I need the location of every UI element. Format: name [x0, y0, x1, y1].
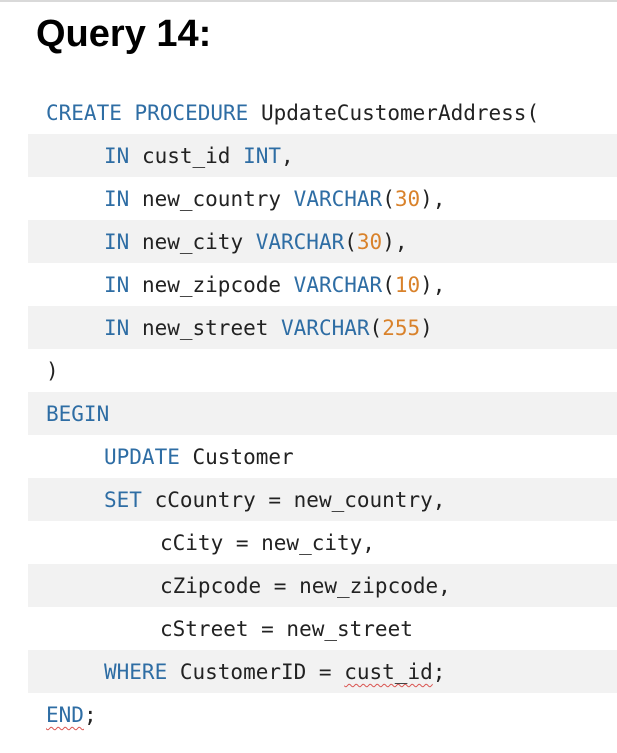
code-line-4: IN new_city VARCHAR(30),: [104, 221, 408, 264]
procedure-signature: UpdateCustomerAddress(: [248, 101, 540, 125]
type-length: 30: [394, 187, 421, 211]
code-line-2: IN cust_id INT,: [104, 135, 294, 178]
code-line-3: IN new_country VARCHAR(30),: [104, 178, 445, 221]
top-divider: [0, 0, 617, 2]
type-keyword: VARCHAR: [293, 187, 383, 211]
code-line-14: WHERE CustomerID = cust_id;: [104, 651, 445, 694]
code-line-9: UPDATE Customer: [104, 436, 294, 479]
type-keyword: VARCHAR: [293, 273, 383, 297]
punctuation: (: [369, 316, 383, 340]
punctuation: ): [420, 316, 433, 340]
keyword-update: UPDATE: [104, 445, 180, 469]
type-length: 10: [394, 273, 421, 297]
param-name: cust_id: [129, 144, 244, 168]
table-name: Customer: [179, 445, 294, 469]
keyword-create-procedure: CREATE PROCEDURE: [46, 101, 249, 125]
keyword-in: IN: [104, 273, 130, 297]
param-name: new_country: [129, 187, 294, 211]
keyword-where: WHERE: [104, 660, 168, 684]
code-line-10: SET cCountry = new_country,: [104, 479, 445, 522]
code-line-7: ): [46, 350, 59, 393]
param-name: new_street: [129, 316, 282, 340]
code-line-11: cCity = new_city,: [160, 522, 375, 565]
param-name: new_zipcode: [129, 273, 294, 297]
param-name: new_city: [129, 230, 256, 254]
assignment: cCity = new_city,: [160, 531, 375, 555]
code-line-6: IN new_street VARCHAR(255): [104, 307, 433, 350]
code-line-15: END;: [46, 694, 97, 737]
punctuation: (: [382, 187, 395, 211]
punctuation: ,: [281, 144, 294, 168]
punctuation: ),: [420, 273, 446, 297]
type-keyword: INT: [243, 144, 282, 168]
keyword-in: IN: [104, 230, 130, 254]
punctuation: ),: [420, 187, 446, 211]
closing-paren: ): [46, 359, 59, 383]
semicolon: ;: [432, 660, 446, 684]
code-line-13: cStreet = new_street: [160, 608, 413, 651]
keyword-in: IN: [104, 144, 130, 168]
condition: CustomerID =: [167, 660, 345, 684]
punctuation: (: [344, 230, 357, 254]
keyword-in: IN: [104, 316, 130, 340]
type-length: 30: [356, 230, 383, 254]
keyword-begin: BEGIN: [46, 402, 110, 426]
code-line-8: BEGIN: [46, 393, 109, 436]
query-heading: Query 14:: [36, 13, 212, 55]
punctuation: ),: [382, 230, 408, 254]
keyword-in: IN: [104, 187, 130, 211]
punctuation: (: [382, 273, 395, 297]
type-keyword: VARCHAR: [255, 230, 345, 254]
code-line-12: cZipcode = new_zipcode,: [160, 565, 451, 608]
semicolon: ;: [83, 703, 97, 727]
keyword-end: END: [46, 703, 84, 727]
keyword-set: SET: [104, 488, 142, 512]
spellcheck-flagged-identifier: cust_id: [344, 660, 433, 684]
assignment: cCountry = new_country,: [141, 488, 446, 512]
type-keyword: VARCHAR: [281, 316, 370, 340]
assignment: cStreet = new_street: [160, 617, 413, 641]
code-line-5: IN new_zipcode VARCHAR(10),: [104, 264, 445, 307]
alternating-row-shade: [28, 392, 617, 435]
sql-code-block: CREATE PROCEDURE UpdateCustomerAddress( …: [28, 92, 617, 732]
assignment: cZipcode = new_zipcode,: [160, 574, 451, 598]
code-line-1: CREATE PROCEDURE UpdateCustomerAddress(: [46, 92, 539, 135]
type-length: 255: [382, 316, 421, 340]
